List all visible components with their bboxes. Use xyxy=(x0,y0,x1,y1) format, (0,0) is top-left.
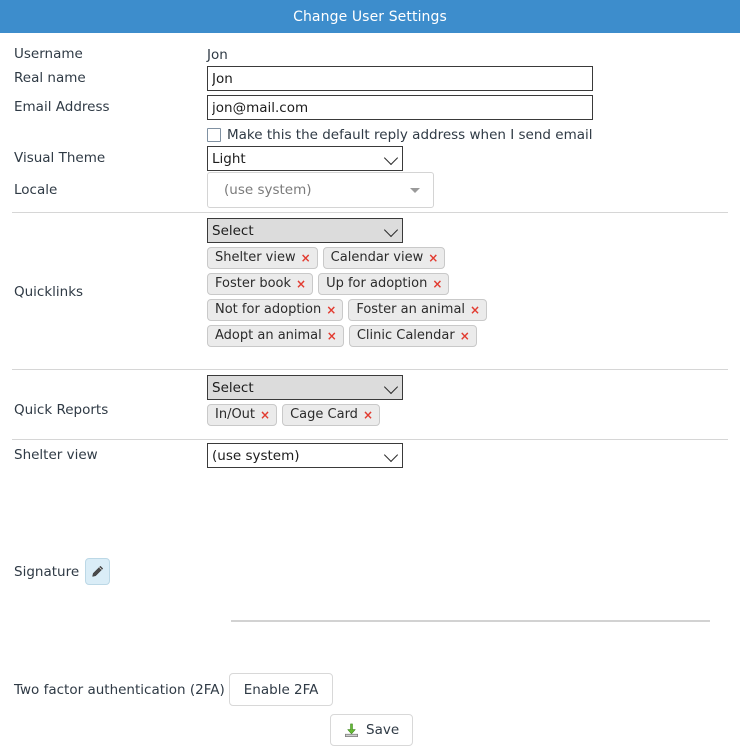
label-shelter-view: Shelter view xyxy=(14,447,98,463)
visual-theme-wrap: Light xyxy=(207,146,740,171)
tag-item: Calendar view × xyxy=(322,247,446,269)
label-username: Username xyxy=(14,46,83,62)
tag-remove-icon[interactable]: × xyxy=(327,330,337,342)
tag-label: Calendar view xyxy=(330,250,424,265)
tag-label: Up for adoption xyxy=(326,276,428,291)
label-two-factor: Two factor authentication (2FA) xyxy=(14,681,225,698)
caret-down-icon xyxy=(410,188,420,193)
email-input-wrap: Make this the default reply address when… xyxy=(207,95,740,143)
chevron-down-icon xyxy=(383,379,399,394)
chevron-down-icon xyxy=(383,447,399,462)
tag-item: Shelter view × xyxy=(207,247,318,269)
page-title: Change User Settings xyxy=(293,8,447,25)
chevron-down-icon xyxy=(383,222,399,237)
label-locale: Locale xyxy=(14,182,58,198)
username-value: Jon xyxy=(207,47,228,63)
tag-label: Not for adoption xyxy=(215,302,322,317)
row-signature: Signature xyxy=(0,558,740,585)
tag-item: Not for adoption × xyxy=(207,299,344,321)
tag-label: Clinic Calendar xyxy=(356,328,455,343)
tag-label: Adopt an animal xyxy=(215,328,322,343)
tag-item: Adopt an animal × xyxy=(207,325,344,347)
quicklinks-select-value: Select xyxy=(212,222,254,239)
locale-select[interactable]: (use system) xyxy=(207,172,434,208)
email-input[interactable] xyxy=(207,95,593,120)
quick-reports-tag-list: In/Out × Cage Card × xyxy=(207,404,507,426)
divider-quick-reports xyxy=(12,369,728,370)
visual-theme-select[interactable]: Light xyxy=(207,146,403,171)
tag-item: Cage Card × xyxy=(282,404,380,426)
default-reply-label: Make this the default reply address when… xyxy=(227,127,593,143)
row-email: Email Address Make this the default repl… xyxy=(0,95,740,143)
row-shelter-view: Shelter view (use system) xyxy=(0,443,740,468)
label-visual-theme: Visual Theme xyxy=(14,150,106,166)
tag-remove-icon[interactable]: × xyxy=(326,304,336,316)
quicklinks-select[interactable]: Select xyxy=(207,218,403,243)
label-real-name: Real name xyxy=(14,70,86,86)
row-two-factor: Two factor authentication (2FA) Enable 2… xyxy=(0,673,740,706)
save-download-icon xyxy=(345,723,358,737)
locale-value: (use system) xyxy=(224,182,312,198)
row-locale: Locale (use system) xyxy=(0,172,740,208)
shelter-view-value: (use system) xyxy=(212,447,300,464)
row-username: Username Jon xyxy=(0,46,740,64)
real-name-input[interactable] xyxy=(207,66,593,91)
quick-reports-select[interactable]: Select xyxy=(207,375,403,400)
username-value-wrap: Jon xyxy=(207,46,740,64)
row-quicklinks: Quicklinks Select Shelter view × Calendar … xyxy=(0,218,740,347)
save-button[interactable]: Save xyxy=(330,714,414,746)
label-email: Email Address xyxy=(14,99,110,115)
tag-remove-icon[interactable]: × xyxy=(260,409,270,421)
save-button-label: Save xyxy=(366,722,400,738)
quicklinks-wrap: Select Shelter view × Calendar view × Foster… xyxy=(207,218,740,347)
tag-remove-icon[interactable]: × xyxy=(460,330,470,342)
visual-theme-value: Light xyxy=(212,150,246,167)
tag-label: Foster book xyxy=(215,276,292,291)
quick-reports-select-value: Select xyxy=(212,379,254,396)
tag-remove-icon[interactable]: × xyxy=(363,409,373,421)
row-real-name: Real name xyxy=(0,66,740,91)
window-title-bar: Change User Settings xyxy=(0,0,740,33)
tag-label: Cage Card xyxy=(290,407,358,422)
chevron-down-icon xyxy=(383,150,399,165)
label-quick-reports: Quick Reports xyxy=(14,402,109,418)
default-reply-checkbox[interactable] xyxy=(207,128,221,142)
tag-item: Foster book × xyxy=(207,273,314,295)
tag-label: Foster an animal xyxy=(356,302,466,317)
real-name-input-wrap xyxy=(207,66,740,91)
pencil-icon xyxy=(92,566,104,577)
tag-remove-icon[interactable]: × xyxy=(301,252,311,264)
quick-reports-wrap: Select In/Out × Cage Card × xyxy=(207,375,740,426)
tag-item: In/Out × xyxy=(207,404,278,426)
tag-label: In/Out xyxy=(215,407,256,422)
shelter-view-select[interactable]: (use system) xyxy=(207,443,403,468)
divider-quicklinks xyxy=(12,212,728,213)
enable-2fa-button[interactable]: Enable 2FA xyxy=(228,673,334,706)
tag-remove-icon[interactable]: × xyxy=(432,278,442,290)
tag-remove-icon[interactable]: × xyxy=(296,278,306,290)
shelter-view-wrap: (use system) xyxy=(207,443,740,468)
divider-shelter-view xyxy=(12,439,728,440)
default-reply-row: Make this the default reply address when… xyxy=(207,127,740,143)
signature-canvas-baseline xyxy=(231,620,710,622)
tag-remove-icon[interactable]: × xyxy=(470,304,480,316)
footer-actions: Save xyxy=(330,714,414,746)
row-quick-reports: Quick Reports Select In/Out × Cage Card × xyxy=(0,375,740,426)
row-visual-theme: Visual Theme Light xyxy=(0,146,740,171)
signature-edit-button[interactable] xyxy=(85,558,111,585)
label-quicklinks: Quicklinks xyxy=(14,284,84,300)
tag-item: Clinic Calendar × xyxy=(348,325,477,347)
tag-item: Up for adoption × xyxy=(318,273,450,295)
quicklinks-tag-list: Shelter view × Calendar view × Foster book × U… xyxy=(207,247,507,347)
tag-remove-icon[interactable]: × xyxy=(428,252,438,264)
tag-item: Foster an animal × xyxy=(348,299,488,321)
label-signature: Signature xyxy=(14,563,80,580)
tag-label: Shelter view xyxy=(215,250,296,265)
locale-wrap: (use system) xyxy=(207,172,740,208)
